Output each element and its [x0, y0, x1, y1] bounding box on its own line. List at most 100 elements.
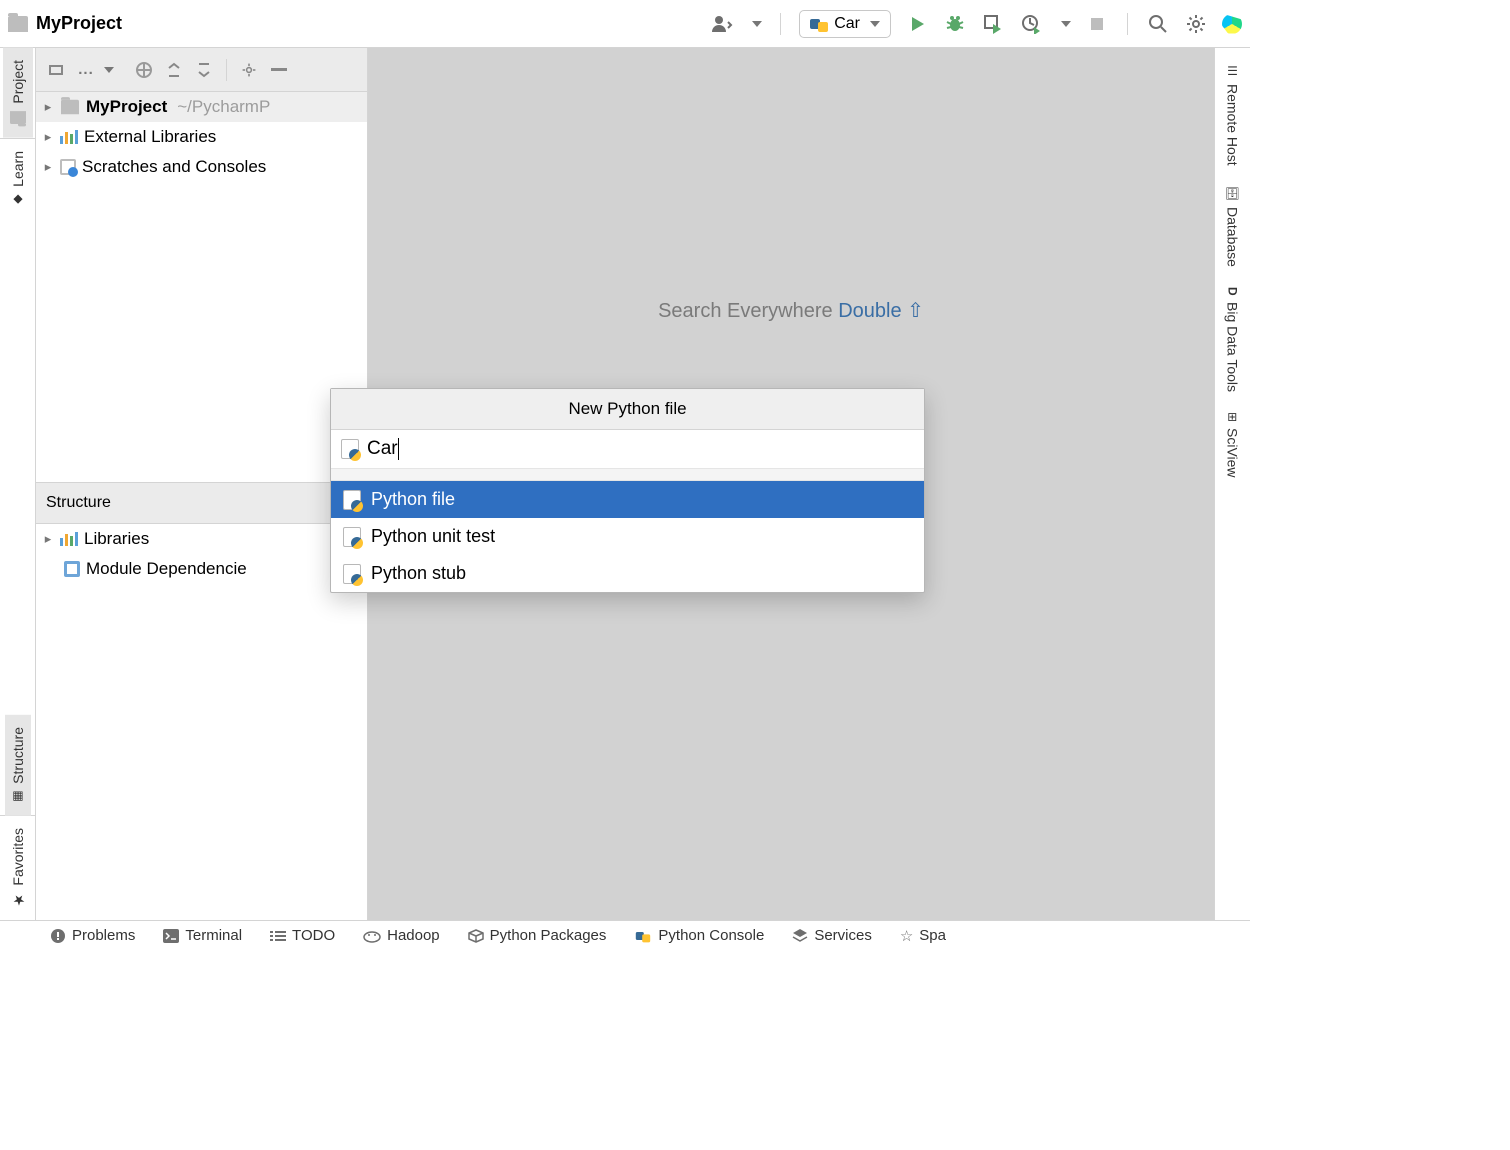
- left-tab-structure[interactable]: ▦ Structure: [5, 715, 31, 816]
- run-with-coverage-button[interactable]: [981, 12, 1005, 36]
- popup-option-label: Python unit test: [371, 526, 495, 547]
- hide-panel-icon[interactable]: [267, 58, 291, 82]
- terminal-icon: [163, 929, 179, 943]
- structure-header-label: Structure: [46, 494, 111, 512]
- top-toolbar: MyProject Car: [0, 0, 1250, 48]
- bottom-tab-label: Terminal: [185, 927, 242, 944]
- bottom-tab-spark[interactable]: ☆ Spa: [900, 927, 946, 945]
- user-switch-icon[interactable]: [710, 12, 734, 36]
- scratches-icon: [60, 159, 76, 175]
- python-console-icon: [634, 927, 652, 945]
- libraries-icon: [60, 532, 78, 546]
- run-button[interactable]: [905, 12, 929, 36]
- structure-row-libraries[interactable]: ▸ Libraries: [36, 524, 367, 554]
- project-settings-gear-icon[interactable]: [237, 58, 261, 82]
- left-tool-window-bar: Project ◆ Learn ▦ Structure ★ Favorites: [0, 48, 36, 920]
- left-tab-favorites[interactable]: ★ Favorites: [5, 816, 31, 920]
- python-file-icon: [343, 564, 361, 584]
- tree-root-row[interactable]: ▸ MyProject ~/PycharmP: [36, 92, 367, 122]
- structure-panel-header[interactable]: Structure: [36, 482, 367, 524]
- project-folder-icon: [8, 16, 28, 32]
- run-configuration-selector[interactable]: Car: [799, 10, 891, 38]
- module-icon: [64, 561, 80, 577]
- bottom-tab-label: Problems: [72, 927, 135, 944]
- problems-icon: [50, 928, 66, 944]
- popup-filename-input[interactable]: Car: [367, 438, 398, 460]
- bottom-tab-todo[interactable]: TODO: [270, 927, 335, 944]
- popup-option-python-stub[interactable]: Python stub: [331, 555, 924, 592]
- left-tab-structure-label: Structure: [10, 727, 26, 784]
- toolbar-separator: [226, 59, 227, 81]
- structure-row-module-deps[interactable]: Module Dependencie: [36, 554, 367, 584]
- stop-button[interactable]: [1085, 12, 1109, 36]
- bottom-tab-label: Python Packages: [490, 927, 607, 944]
- right-tab-big-data-tools[interactable]: D Big Data Tools: [1220, 277, 1246, 402]
- locate-file-icon[interactable]: [132, 58, 156, 82]
- settings-gear-icon[interactable]: [1184, 12, 1208, 36]
- bottom-tab-label: TODO: [292, 927, 335, 944]
- debug-button[interactable]: [943, 12, 967, 36]
- right-tab-remote-host[interactable]: ☰ Remote Host: [1220, 54, 1246, 176]
- more-run-caret-icon[interactable]: [1061, 21, 1071, 27]
- left-tab-learn-label: Learn: [10, 151, 26, 187]
- libraries-icon: [60, 130, 78, 144]
- bottom-tab-services[interactable]: Services: [792, 927, 872, 944]
- popup-input-row[interactable]: Car: [331, 430, 924, 469]
- tree-root-path: ~/PycharmP: [177, 97, 270, 117]
- bottom-tab-label: Python Console: [658, 927, 764, 944]
- services-icon: [792, 928, 808, 944]
- hint-search-everywhere-label: Search Everywhere: [658, 300, 833, 322]
- run-config-caret-icon: [870, 21, 880, 27]
- python-file-icon: [343, 527, 361, 547]
- profile-button[interactable]: [1019, 12, 1043, 36]
- hint-search-everywhere-kbd: Double ⇧: [838, 300, 924, 322]
- project-name[interactable]: MyProject: [36, 13, 122, 34]
- right-tab-remote-host-label: Remote Host: [1225, 84, 1241, 166]
- collapse-all-icon[interactable]: [192, 58, 216, 82]
- run-config-label: Car: [834, 15, 860, 33]
- bottom-tab-label: Spa: [919, 927, 946, 944]
- tree-scratches-label: Scratches and Consoles: [82, 157, 266, 177]
- python-file-icon: [343, 490, 361, 510]
- bottom-tab-hadoop[interactable]: Hadoop: [363, 927, 440, 944]
- bottom-tab-problems[interactable]: Problems: [50, 927, 135, 944]
- spark-icon: ☆: [900, 927, 913, 945]
- left-tab-project-label: Project: [10, 60, 26, 104]
- project-view-dots[interactable]: ...: [74, 58, 98, 82]
- bottom-tab-python-console[interactable]: Python Console: [634, 927, 764, 945]
- tree-row-scratches[interactable]: ▸ Scratches and Consoles: [36, 152, 367, 182]
- tree-external-libraries-label: External Libraries: [84, 127, 216, 147]
- bottom-tab-python-packages[interactable]: Python Packages: [468, 927, 607, 944]
- right-tab-sciview-label: SciView: [1225, 428, 1241, 478]
- project-view-caret-icon[interactable]: [104, 67, 114, 73]
- left-tab-learn[interactable]: ◆ Learn: [5, 139, 31, 219]
- bottom-tab-terminal[interactable]: Terminal: [163, 927, 242, 944]
- structure-tree[interactable]: ▸ Libraries Module Dependencie: [36, 524, 367, 920]
- bottom-tab-label: Hadoop: [387, 927, 440, 944]
- tree-row-external-libraries[interactable]: ▸ External Libraries: [36, 122, 367, 152]
- right-tab-database[interactable]: 🗄 Database: [1220, 176, 1246, 277]
- right-tab-sciview[interactable]: ⊞ SciView: [1220, 402, 1246, 488]
- text-caret: [398, 438, 399, 460]
- project-tool-toolbar: ...: [36, 48, 367, 92]
- structure-module-deps-label: Module Dependencie: [86, 559, 247, 579]
- python-icon: [810, 15, 828, 33]
- left-tab-project[interactable]: Project: [3, 48, 33, 138]
- structure-libraries-label: Libraries: [84, 529, 149, 549]
- right-tool-window-bar: ☰ Remote Host 🗄 Database D Big Data Tool…: [1214, 48, 1250, 920]
- search-icon[interactable]: [1146, 12, 1170, 36]
- jetbrains-logo-icon[interactable]: [1222, 14, 1242, 34]
- hadoop-icon: [363, 929, 381, 943]
- project-sidebar: ... ▸ MyProject ~/PycharmP ▸ External Li…: [36, 48, 368, 920]
- popup-separator: [331, 469, 924, 481]
- user-switch-caret-icon[interactable]: [752, 21, 762, 27]
- bottom-tab-label: Services: [814, 927, 872, 944]
- python-file-icon: [341, 439, 359, 459]
- project-view-selector[interactable]: [44, 58, 68, 82]
- popup-option-python-unit-test[interactable]: Python unit test: [331, 518, 924, 555]
- toolbar-separator: [1127, 13, 1128, 35]
- project-tree[interactable]: ▸ MyProject ~/PycharmP ▸ External Librar…: [36, 92, 367, 482]
- popup-option-label: Python stub: [371, 563, 466, 584]
- popup-option-python-file[interactable]: Python file: [331, 481, 924, 518]
- expand-all-icon[interactable]: [162, 58, 186, 82]
